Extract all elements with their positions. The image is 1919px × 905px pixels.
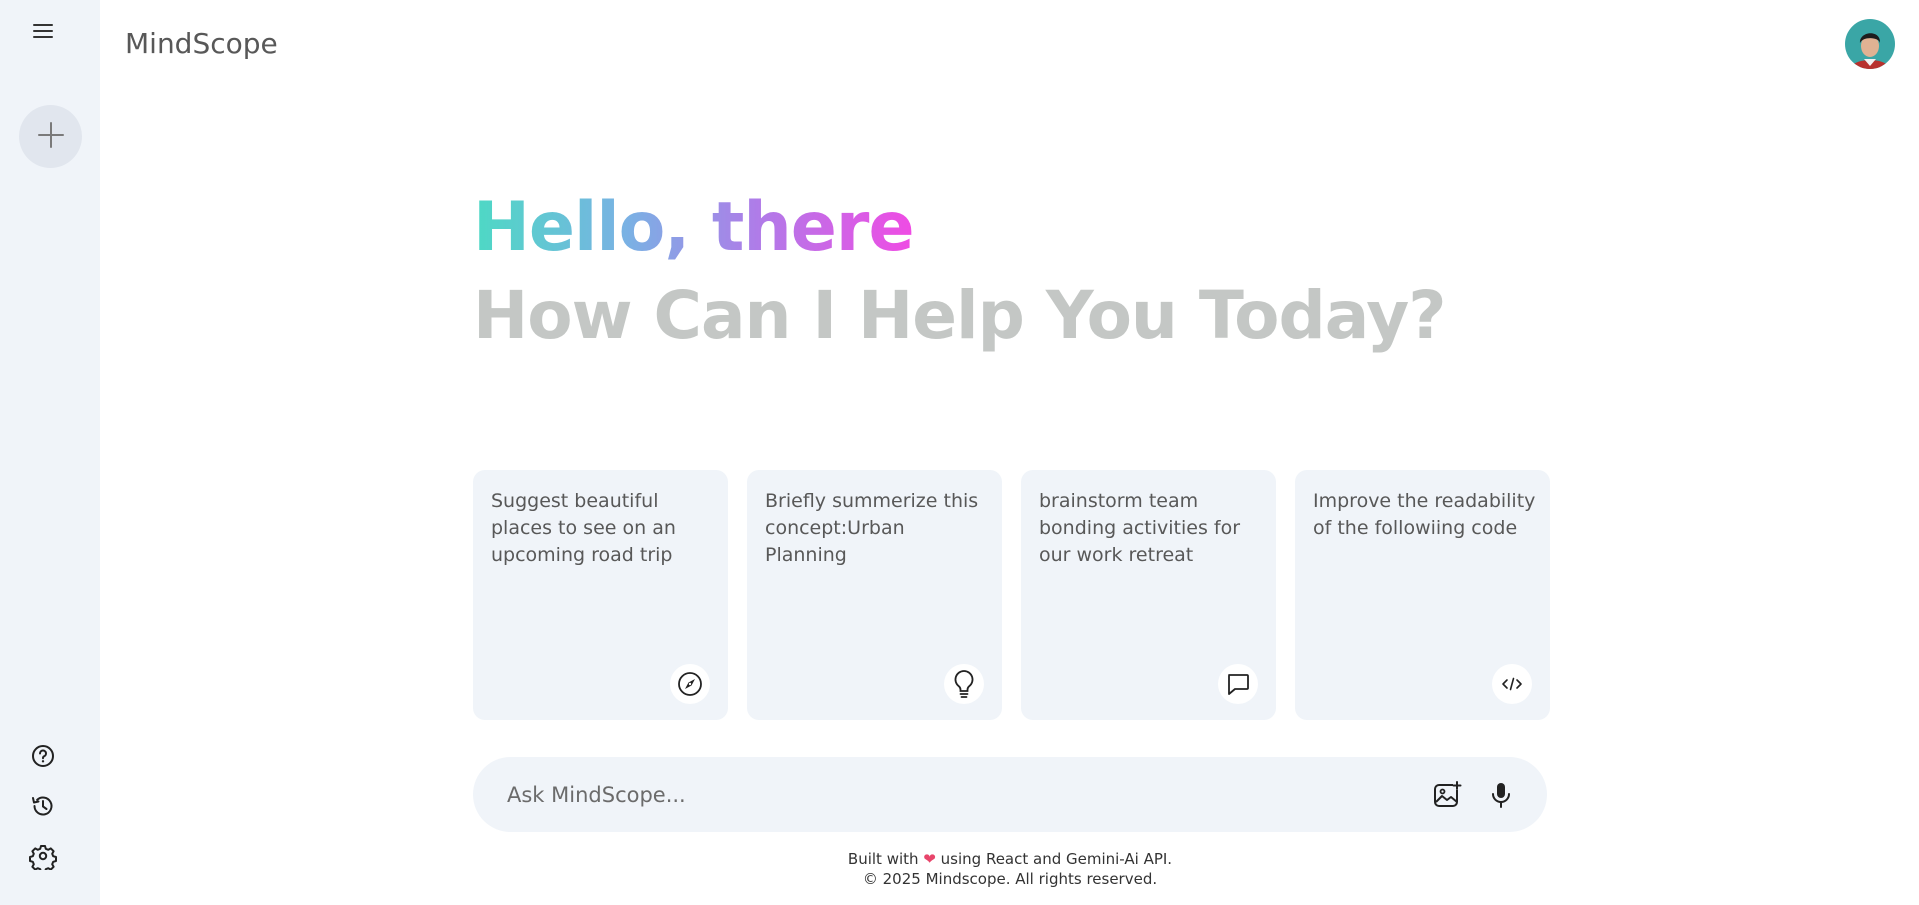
help-icon[interactable] (29, 742, 57, 770)
hamburger-icon[interactable] (31, 21, 55, 41)
footer-line-1: Built with ❤ using React and Gemini-Ai A… (473, 849, 1547, 869)
card-text: Briefly summerize this concept:Urban Pla… (765, 490, 979, 566)
message-icon (1218, 664, 1258, 704)
footer-copyright: © 2025 Mindscope. All rights reserved. (862, 870, 1158, 888)
greeting-subtitle: How Can I Help You Today? (473, 277, 1447, 354)
prompt-input[interactable] (507, 782, 1431, 807)
gallery-icon[interactable] (1431, 779, 1463, 811)
suggestion-card-urban-planning[interactable]: Briefly summerize this concept:Urban Pla… (747, 470, 1002, 720)
footer-built-with: Built with (847, 850, 919, 868)
greeting-hello: Hello, there (473, 188, 915, 267)
prompt-actions (1431, 779, 1517, 811)
sidebar (0, 0, 100, 905)
heart-icon: ❤ (923, 850, 936, 868)
plus-icon (36, 120, 66, 154)
suggestion-card-team-bonding[interactable]: brainstorm team bonding activities for o… (1021, 470, 1276, 720)
suggestion-card-code[interactable]: Improve the readability of the followiin… (1295, 470, 1550, 720)
settings-icon[interactable] (29, 842, 57, 873)
main-area: MindScope Hello, there How Can I Help Yo… (100, 0, 1919, 905)
card-text: brainstorm team bonding activities for o… (1039, 490, 1241, 566)
card-text: Improve the readability of the followiin… (1313, 490, 1536, 539)
suggestion-card-road-trip[interactable]: Suggest beautiful places to see on an up… (473, 470, 728, 720)
card-text: Suggest beautiful places to see on an up… (491, 490, 676, 566)
code-icon (1492, 664, 1532, 704)
bulb-icon (944, 664, 984, 704)
user-avatar[interactable] (1845, 19, 1895, 69)
compass-icon (670, 664, 710, 704)
app-brand: MindScope (125, 27, 278, 60)
footer-tech: using React and Gemini-Ai API. (940, 850, 1173, 868)
footer: Built with ❤ using React and Gemini-Ai A… (473, 849, 1547, 889)
suggestion-cards: Suggest beautiful places to see on an up… (473, 470, 1550, 720)
history-icon[interactable] (29, 792, 57, 820)
prompt-bar (473, 757, 1547, 832)
mic-icon[interactable] (1485, 779, 1517, 811)
new-chat-button[interactable] (19, 105, 82, 168)
